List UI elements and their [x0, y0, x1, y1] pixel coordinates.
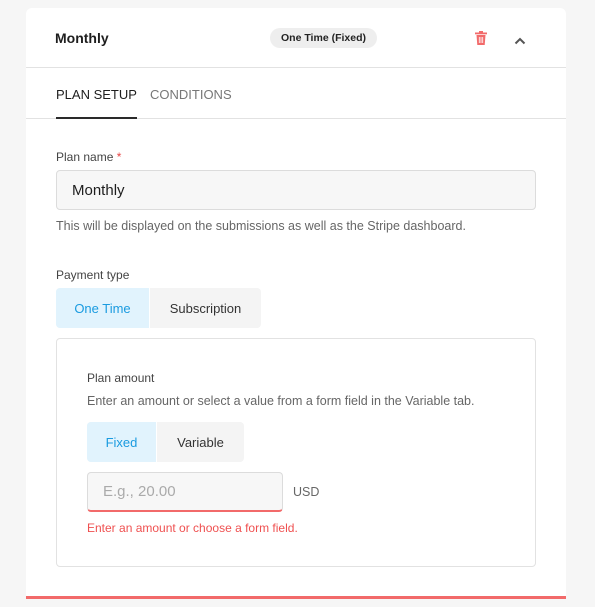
one-time-option[interactable]: One Time	[56, 288, 150, 328]
plan-amount-label: Plan amount	[87, 371, 155, 385]
amount-type-toggle: Fixed Variable	[87, 422, 244, 462]
tab-bar: PLAN SETUP CONDITIONS	[26, 68, 566, 119]
plan-name-input[interactable]: Monthly	[56, 170, 536, 210]
plan-name-help: This will be displayed on the submission…	[56, 219, 466, 233]
plan-amount-section: Plan amount Enter an amount or select a …	[56, 338, 536, 567]
plan-header[interactable]: Monthly One Time (Fixed)	[26, 8, 566, 68]
plan-amount-help: Enter an amount or select a value from a…	[87, 394, 475, 408]
variable-option[interactable]: Variable	[157, 422, 244, 462]
plan-title: Monthly	[55, 30, 109, 46]
amount-placeholder: E.g., 20.00	[103, 483, 176, 500]
trash-icon[interactable]	[475, 31, 487, 50]
payment-type-toggle: One Time Subscription	[56, 288, 261, 328]
plan-name-label: Plan name *	[56, 150, 121, 164]
payment-type-label: Payment type	[56, 268, 130, 282]
required-marker: *	[116, 150, 122, 164]
subscription-option[interactable]: Subscription	[150, 288, 261, 328]
amount-error: Enter an amount or choose a form field.	[87, 521, 298, 535]
tab-plan-setup[interactable]: PLAN SETUP	[56, 87, 137, 119]
plan-name-label-text: Plan name	[56, 150, 114, 164]
tab-conditions[interactable]: CONDITIONS	[150, 87, 232, 102]
plan-card: Monthly One Time (Fixed) PLAN SETUP COND…	[26, 8, 566, 599]
chevron-up-icon[interactable]	[514, 32, 526, 50]
fixed-option[interactable]: Fixed	[87, 422, 157, 462]
amount-input[interactable]: E.g., 20.00	[87, 472, 283, 512]
plan-type-badge: One Time (Fixed)	[270, 28, 377, 48]
currency-label: USD	[293, 485, 320, 499]
